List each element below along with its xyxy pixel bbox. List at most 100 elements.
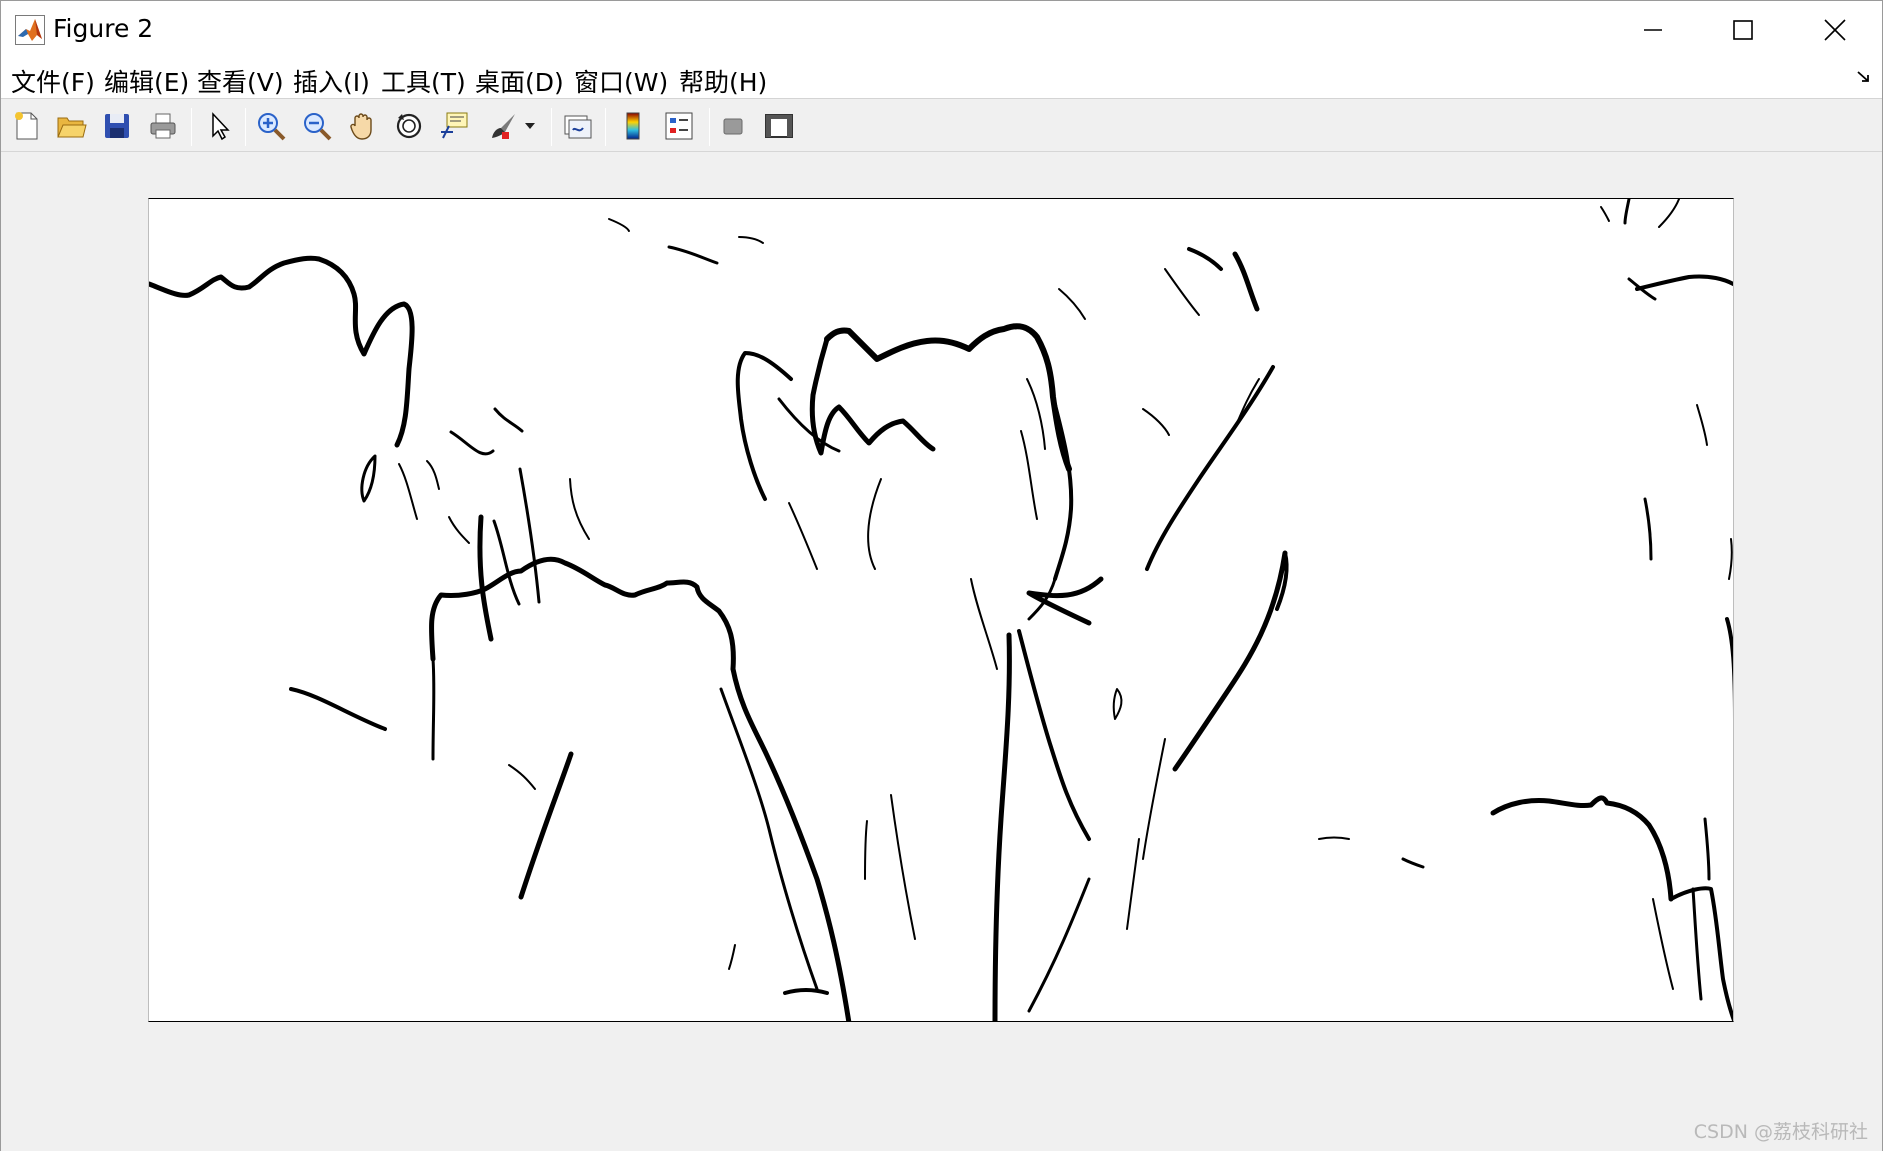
edge-contour <box>518 467 541 604</box>
edge-contour <box>1318 836 1350 840</box>
window-title: Figure 2 <box>53 14 154 43</box>
toolbar-separator <box>245 108 246 146</box>
edge-contour <box>1623 199 1631 225</box>
brush-icon <box>487 110 519 142</box>
edge-contour <box>867 478 882 570</box>
save-figure-button[interactable] <box>99 108 135 144</box>
edge-contour <box>449 430 495 456</box>
edge-contour <box>788 502 818 570</box>
edge-contour <box>1187 247 1223 271</box>
edge-contour <box>1401 857 1425 869</box>
edge-contour <box>783 988 829 995</box>
edge-contour <box>1172 550 1288 772</box>
menu-file[interactable]: 文件(F) <box>11 63 95 99</box>
brush-dropdown-button[interactable] <box>523 108 537 144</box>
menu-tools[interactable]: 工具(T) <box>381 63 466 99</box>
edge-contour <box>1703 817 1711 881</box>
edge-contour <box>1658 199 1680 228</box>
colorbar-button[interactable] <box>615 108 651 144</box>
legend-button[interactable] <box>661 108 697 144</box>
edge-contour <box>864 820 868 880</box>
menu-view[interactable]: 查看(V) <box>197 63 284 99</box>
edge-map-image <box>149 199 1733 1021</box>
pan-button[interactable] <box>345 108 381 144</box>
legend-icon <box>663 110 695 142</box>
edge-contour <box>667 245 719 265</box>
chevron-down-icon <box>525 122 535 130</box>
image-axes[interactable] <box>148 198 1734 1022</box>
figure-canvas[interactable] <box>1 153 1882 1151</box>
edge-contour <box>492 519 521 606</box>
edge-contour <box>1112 688 1123 720</box>
edge-contour <box>448 516 470 544</box>
edge-contour <box>1669 886 1733 1021</box>
edge-contour <box>728 944 736 970</box>
menu-insert[interactable]: 插入(I) <box>293 63 370 99</box>
new-file-icon <box>11 110 43 142</box>
edge-contour <box>890 794 916 940</box>
edge-contour <box>149 255 415 448</box>
matlab-logo-icon <box>15 15 45 45</box>
link-plot-button[interactable] <box>559 108 595 144</box>
close-icon <box>1823 18 1847 42</box>
data-cursor-icon <box>439 110 471 142</box>
edge-contour <box>1142 738 1166 860</box>
maximize-button[interactable] <box>1697 1 1789 59</box>
show-tools-icon <box>763 110 795 142</box>
edge-contour <box>426 460 440 490</box>
zoom-out-icon <box>301 110 333 142</box>
edge-contour <box>1696 404 1708 446</box>
close-button[interactable] <box>1789 1 1881 59</box>
hide-plot-tools-button[interactable] <box>715 108 751 144</box>
edge-contour <box>1643 497 1653 561</box>
edge-contour <box>1627 277 1657 301</box>
folder-open-icon <box>55 110 87 142</box>
rotate-3d-icon <box>393 110 425 142</box>
rotate-3d-button[interactable] <box>391 108 427 144</box>
edge-contour <box>730 666 852 1021</box>
minimize-button[interactable] <box>1607 1 1699 59</box>
open-file-button[interactable] <box>53 108 89 144</box>
edge-contour <box>1236 378 1260 424</box>
colorbar-icon <box>617 110 649 142</box>
menu-help[interactable]: 帮助(H) <box>679 63 767 99</box>
data-cursor-button[interactable] <box>437 108 473 144</box>
edge-contour <box>777 397 841 453</box>
edge-contour <box>1600 206 1610 222</box>
edit-plot-button[interactable] <box>201 108 237 144</box>
edge-contour <box>1027 877 1091 1013</box>
edge-contour <box>1635 274 1733 291</box>
edge-contour <box>1126 838 1140 930</box>
edge-contour <box>493 407 524 433</box>
brush-button[interactable] <box>485 108 521 144</box>
zoom-out-button[interactable] <box>299 108 335 144</box>
menu-window[interactable]: 窗口(W) <box>574 63 668 99</box>
toolbar-separator <box>709 108 710 146</box>
edge-contour <box>1652 898 1674 990</box>
edge-contour <box>508 764 536 790</box>
toolbar-separator <box>551 108 552 146</box>
zoom-in-button[interactable] <box>253 108 289 144</box>
menu-desktop[interactable]: 桌面(D) <box>475 63 564 99</box>
watermark: CSDN @荔枝科研社 <box>1693 1121 1868 1143</box>
print-figure-button[interactable] <box>145 108 181 144</box>
edge-contour <box>1728 538 1733 580</box>
edge-contour <box>1691 887 1703 1001</box>
edge-contour <box>1490 795 1674 902</box>
show-plot-tools-button[interactable] <box>761 108 797 144</box>
new-figure-button[interactable] <box>9 108 45 144</box>
menu-edit[interactable]: 编辑(E) <box>104 63 189 99</box>
edge-contour <box>1145 365 1275 571</box>
link-plot-icon <box>561 110 593 142</box>
edge-contour <box>970 578 998 670</box>
title-bar[interactable]: Figure 2 <box>1 1 1882 59</box>
dock-arrow-icon[interactable] <box>1856 69 1872 85</box>
toolbar-separator <box>605 108 606 146</box>
edge-contour <box>824 323 1072 472</box>
edge-contour <box>1164 268 1200 316</box>
hide-tools-icon <box>717 110 749 142</box>
edge-contour <box>608 218 630 232</box>
menu-bar: 文件(F) 编辑(E) 查看(V) 插入(I) 工具(T) 桌面(D) 窗口(W… <box>1 59 1882 99</box>
arrow-pointer-icon <box>203 110 235 142</box>
edge-contour <box>569 478 590 540</box>
